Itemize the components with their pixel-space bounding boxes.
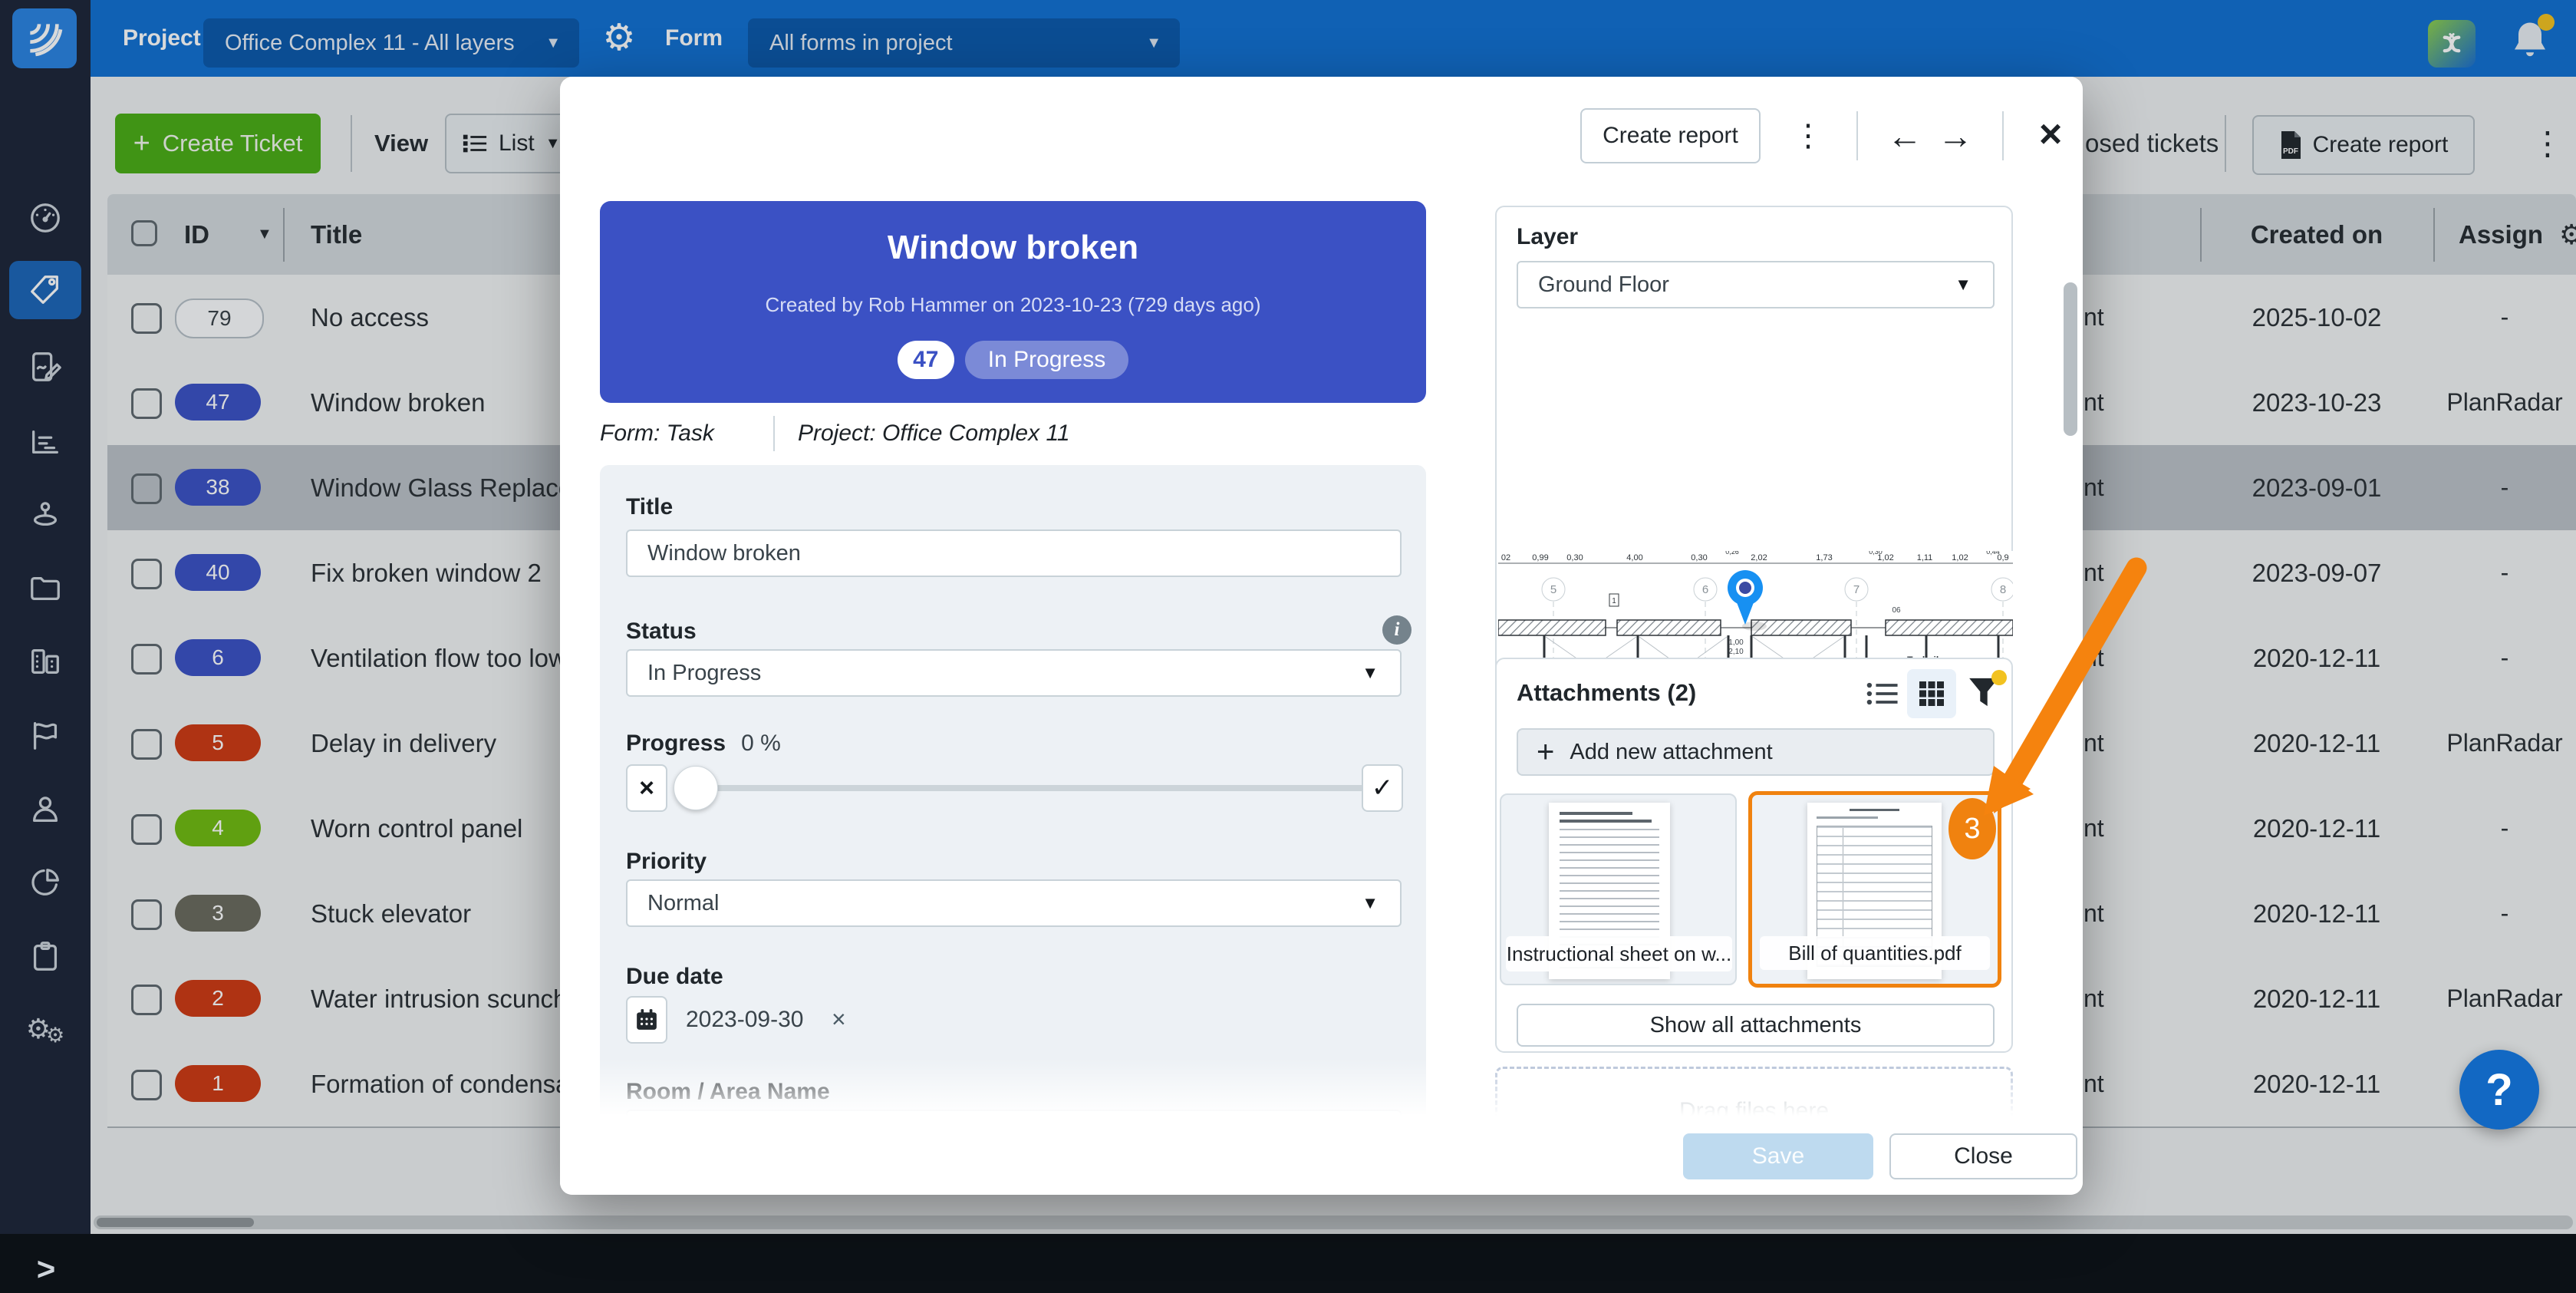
progress-field-label: Progress — [626, 731, 726, 757]
calendar-icon — [635, 1008, 658, 1031]
svg-text:0,30: 0,30 — [1869, 551, 1883, 556]
progress-clear-button[interactable]: × — [626, 764, 667, 812]
sidebar-expand-chevron[interactable]: > — [23, 1247, 69, 1293]
svg-text:06: 06 — [1892, 606, 1901, 615]
layer-label: Layer — [1517, 224, 1578, 250]
attachment-name: Instructional sheet on w... — [1506, 936, 1732, 971]
svg-text:1,73: 1,73 — [1816, 553, 1832, 562]
svg-text:4,00: 4,00 — [1626, 553, 1642, 562]
svg-text:8: 8 — [2000, 583, 2006, 596]
modal-footer: Save Close — [560, 1126, 2083, 1195]
attachment-count-badge: 3 — [1948, 798, 1996, 859]
due-date-field-label: Due date — [626, 964, 723, 990]
svg-text:6: 6 — [1702, 583, 1708, 596]
add-attachment-label: Add new attachment — [1570, 740, 1772, 765]
ticket-status-pill: In Progress — [965, 341, 1128, 379]
attachments-panel: Attachments (2) + Add new — [1495, 658, 2013, 1053]
ticket-detail-modal: Create report ⋮ ← → × Window broken Crea… — [560, 77, 2083, 1195]
layer-select[interactable]: Ground Floor ▼ — [1517, 261, 1995, 308]
svg-text:0,30: 0,30 — [1691, 553, 1707, 562]
status-field-label: Status — [626, 618, 697, 645]
header-divider — [2002, 111, 2004, 160]
svg-text:0,99: 0,99 — [1532, 553, 1548, 562]
due-date-clear-icon[interactable]: × — [832, 996, 846, 1044]
modal-kebab-menu[interactable]: ⋮ — [1787, 108, 1829, 163]
due-date-value: 2023-09-30 — [686, 996, 803, 1044]
status-select-value: In Progress — [647, 651, 761, 695]
svg-text:0,26: 0,26 — [1725, 551, 1739, 556]
chevron-down-icon: ▼ — [1955, 262, 1972, 307]
filter-active-dot — [1991, 670, 2007, 685]
title-input-value: Window broken — [647, 531, 801, 576]
close-modal-icon[interactable]: × — [2027, 105, 2074, 163]
svg-text:02: 02 — [1501, 553, 1510, 562]
title-input[interactable]: Window broken — [626, 529, 1402, 577]
ticket-card-subtitle: Created by Rob Hammer on 2023-10-23 (729… — [600, 293, 1426, 317]
progress-slider-thumb[interactable] — [674, 766, 718, 810]
show-all-attachments-label: Show all attachments — [1650, 1013, 1862, 1038]
chevron-down-icon: ▼ — [1362, 881, 1379, 925]
attachments-grid-view-button[interactable] — [1907, 669, 1956, 718]
svg-text:7: 7 — [1853, 583, 1860, 596]
calendar-button[interactable] — [626, 996, 667, 1044]
progress-slider-track[interactable] — [684, 785, 1382, 791]
save-label: Save — [1752, 1143, 1804, 1169]
priority-select-value: Normal — [647, 881, 719, 925]
attachments-title: Attachments (2) — [1517, 679, 1696, 707]
attachment-card-bill-of-quantities[interactable]: Bill of quantities.pdf 3 — [1748, 791, 2001, 988]
plus-icon: + — [1537, 735, 1554, 770]
ticket-card-title: Window broken — [600, 229, 1426, 267]
ticket-project-meta: Project: Office Complex 11 — [798, 421, 1070, 447]
priority-select[interactable]: Normal ▼ — [626, 879, 1402, 927]
svg-text:5: 5 — [1550, 583, 1556, 596]
ticket-summary-card: Window broken Created by Rob Hammer on 2… — [600, 201, 1426, 403]
progress-confirm-button[interactable]: ✓ — [1362, 764, 1403, 812]
help-button[interactable]: ? — [2459, 1050, 2539, 1130]
previous-ticket-arrow[interactable]: ← — [1881, 108, 1929, 163]
attachments-list-view-button[interactable] — [1866, 679, 1901, 710]
svg-text:0,30: 0,30 — [1566, 553, 1583, 562]
list-icon — [1866, 679, 1899, 708]
attachments-filter-button[interactable] — [1967, 675, 2002, 714]
status-select[interactable]: In Progress ▼ — [626, 649, 1402, 697]
close-label: Close — [1954, 1143, 2013, 1169]
save-button[interactable]: Save — [1683, 1133, 1873, 1179]
info-icon[interactable]: i — [1382, 615, 1412, 645]
progress-value: 0 % — [741, 731, 781, 757]
meta-divider — [773, 416, 775, 451]
svg-text:2,02: 2,02 — [1751, 553, 1767, 562]
svg-text:1,02: 1,02 — [1952, 553, 1968, 562]
modal-create-report-button[interactable]: Create report — [1580, 108, 1761, 163]
ticket-form-meta: Form: Task — [600, 421, 714, 447]
attachment-name: Bill of quantities.pdf — [1760, 936, 1990, 970]
svg-text:2,10: 2,10 — [1728, 648, 1744, 656]
close-button[interactable]: Close — [1889, 1133, 2077, 1179]
priority-field-label: Priority — [626, 849, 707, 875]
modal-scrollbar-thumb[interactable] — [2064, 282, 2077, 436]
layer-panel: Layer Ground Floor ▼ 02 0,99 0,30 4,00 0,3… — [1495, 206, 2013, 714]
layer-select-value: Ground Floor — [1538, 262, 1669, 307]
show-all-attachments-button[interactable]: Show all attachments — [1517, 1004, 1995, 1047]
svg-text:1,11: 1,11 — [1917, 553, 1933, 562]
next-ticket-arrow[interactable]: → — [1932, 108, 1979, 163]
ticket-id-pill: 47 — [898, 341, 954, 379]
svg-text:1,00: 1,00 — [1728, 638, 1744, 647]
attachment-card-instructional-sheet[interactable]: Instructional sheet on w... — [1500, 793, 1737, 985]
svg-text:1: 1 — [1612, 597, 1616, 605]
content-fade — [560, 1059, 2083, 1126]
svg-text:0,44: 0,44 — [1986, 551, 2000, 556]
add-attachment-button[interactable]: + Add new attachment — [1517, 728, 1995, 776]
chevron-down-icon: ▼ — [1362, 651, 1379, 695]
header-divider — [1856, 111, 1858, 160]
modal-create-report-label: Create report — [1603, 123, 1738, 149]
grid-icon — [1919, 681, 1945, 707]
title-field-label: Title — [626, 494, 673, 520]
